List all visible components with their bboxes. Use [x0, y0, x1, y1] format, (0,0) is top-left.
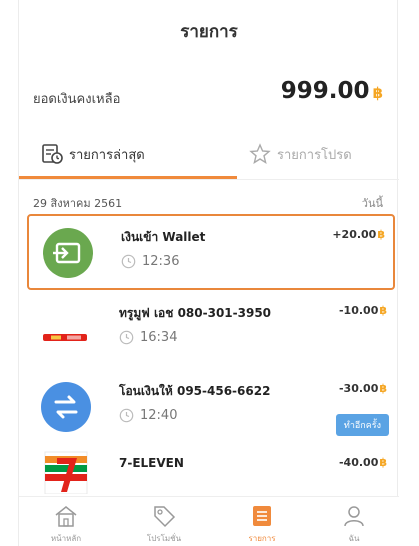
amount-value: -10.00: [338, 304, 379, 317]
transaction-amount: -10.00฿: [339, 304, 387, 317]
tab-favorites-label: รายการโปรด: [277, 147, 352, 163]
truemove-logo-icon: [41, 304, 91, 354]
home-icon: [55, 506, 77, 527]
list-icon: [253, 506, 271, 526]
transaction-time-value: 12:36: [142, 254, 180, 269]
clock-icon: [119, 330, 134, 345]
transaction-title: ทรูมูฟ เอช 080-301-3950: [119, 306, 272, 320]
group-date: 29 สิงหาคม 2561: [33, 197, 123, 210]
transaction-amount: -30.00฿: [339, 382, 387, 395]
transaction-time: 16:34: [119, 330, 177, 345]
amount-value: -40.00: [338, 456, 379, 469]
transaction-row[interactable]: ทรูมูฟ เอช 080-301-3950 16:34 -10.00฿: [27, 292, 395, 368]
transaction-title: โอนเงินให้ 095-456-6622: [119, 384, 271, 398]
tab-bar: รายการล่าสุด รายการโปรด: [19, 128, 399, 180]
balance-amount: 999.00 ฿: [281, 78, 383, 104]
active-tab-indicator: [19, 176, 237, 179]
transaction-row[interactable]: โอนเงินให้ 095-456-6622 12:40 -30.00฿ ทำ…: [27, 370, 395, 446]
baht-symbol: ฿: [377, 228, 385, 241]
nav-home-label: หน้าหลัก: [50, 534, 82, 543]
transaction-time-value: 12:40: [140, 408, 178, 423]
balance-label: ยอดเงินคงเหลือ: [33, 92, 121, 107]
nav-transactions[interactable]: รายการ: [227, 503, 297, 545]
transaction-row[interactable]: 7-ELEVEN -40.00฿: [27, 444, 395, 494]
transaction-amount: -40.00฿: [339, 456, 387, 469]
nav-profile[interactable]: ฉัน: [319, 503, 389, 545]
nav-promotions[interactable]: โปรโมชั่น: [129, 503, 199, 545]
baht-symbol: ฿: [379, 456, 387, 469]
transaction-row[interactable]: เงินเข้า Wallet 12:36 +20.00฿: [27, 214, 395, 290]
baht-symbol: ฿: [379, 382, 387, 395]
baht-symbol: ฿: [379, 304, 387, 317]
amount-value: -30.00: [338, 382, 379, 395]
tag-icon: [154, 506, 176, 528]
transaction-title: เงินเข้า Wallet: [121, 230, 206, 244]
transaction-title: 7-ELEVEN: [119, 456, 184, 470]
baht-symbol: ฿: [372, 84, 383, 102]
balance-value: 999.00: [280, 78, 370, 104]
page-title: รายการ: [180, 22, 238, 42]
nav-promotions-label: โปรโมชั่น: [146, 534, 182, 543]
date-group-header: 29 สิงหาคม 2561 วันนี้: [19, 190, 399, 212]
nav-home[interactable]: หน้าหลัก: [31, 503, 101, 545]
tab-favorites[interactable]: รายการโปรด: [249, 128, 352, 180]
tab-recent[interactable]: รายการล่าสุด: [41, 128, 145, 180]
amount-value: +20.00: [332, 228, 377, 241]
user-icon: [344, 506, 364, 527]
group-day: วันนี้: [361, 197, 383, 210]
transaction-amount: +20.00฿: [332, 228, 385, 241]
history-list-icon: [42, 144, 63, 164]
transactions-screen: รายการ ยอดเงินคงเหลือ 999.00 ฿ รายการล่าส…: [18, 0, 399, 546]
clock-icon: [121, 254, 136, 269]
transfer-icon: [41, 382, 91, 432]
balance-row: ยอดเงินคงเหลือ 999.00 ฿: [19, 78, 399, 118]
nav-transactions-label: รายการ: [248, 534, 276, 543]
clock-icon: [119, 408, 134, 423]
transaction-time: 12:36: [121, 254, 179, 269]
tab-recent-label: รายการล่าสุด: [69, 147, 145, 163]
repeat-transfer-button[interactable]: ทำอีกครั้ง: [335, 414, 389, 436]
transaction-time: 12:40: [119, 408, 177, 423]
transaction-time-value: 16:34: [140, 330, 178, 345]
wallet-in-icon: [43, 228, 93, 278]
nav-profile-label: ฉัน: [348, 534, 360, 543]
seven-eleven-logo-icon: [41, 448, 91, 494]
bottom-nav: หน้าหลัก โปรโมชั่น รายการ ฉัน: [19, 496, 399, 546]
star-outline-icon: [249, 143, 271, 164]
